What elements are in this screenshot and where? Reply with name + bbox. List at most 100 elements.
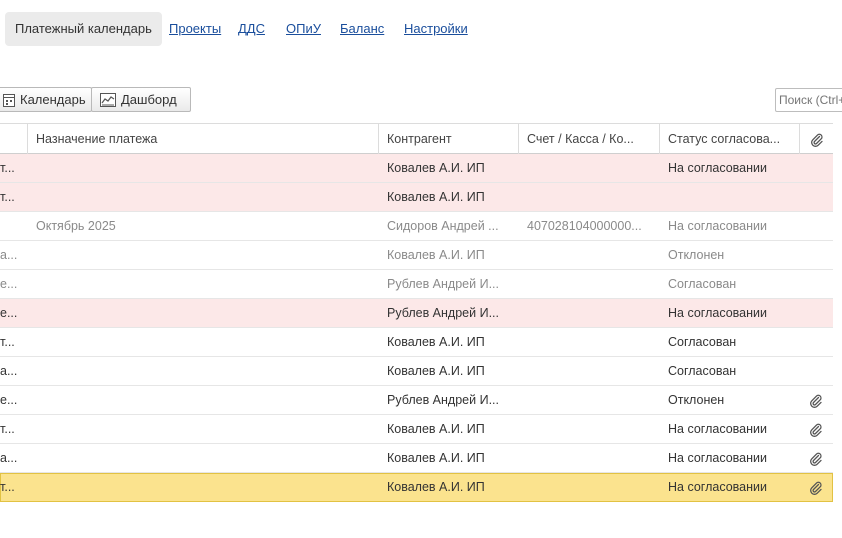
tab-dds[interactable]: ДДС <box>238 12 265 46</box>
status-cell <box>668 183 796 211</box>
attachment-cell <box>806 154 826 182</box>
header-account[interactable]: Счет / Касса / Ко... <box>518 124 660 154</box>
account-cell <box>527 241 654 269</box>
account-cell <box>527 299 654 327</box>
paperclip-icon <box>810 481 822 495</box>
account-cell <box>527 270 654 298</box>
attachment-cell <box>806 299 826 327</box>
payment-purpose-cell <box>36 473 366 501</box>
paperclip-icon <box>810 133 823 147</box>
row-leading-cell: т... <box>0 422 15 436</box>
row-leading-cell: т... <box>0 190 15 204</box>
header-contractor[interactable]: Контрагент <box>378 124 519 154</box>
account-cell: 407028104000000... <box>527 219 642 233</box>
dashboard-button[interactable]: Дашборд <box>91 87 191 112</box>
row-leading-cell: а... <box>0 451 18 465</box>
row-leading-cell: а... <box>0 364 18 378</box>
calendar-button[interactable]: Календарь <box>0 87 92 112</box>
header-purpose[interactable]: Назначение платежа <box>27 124 379 154</box>
attachment-cell[interactable] <box>806 386 826 414</box>
status-cell: На согласовании <box>668 219 767 233</box>
contractor-cell: Ковалев А.И. ИП <box>387 422 485 436</box>
account-cell <box>527 415 654 443</box>
paperclip-icon <box>810 394 822 408</box>
account-cell <box>527 154 654 182</box>
account-cell <box>527 183 654 211</box>
account-cell <box>527 473 654 501</box>
calendar-button-label: Календарь <box>20 92 86 107</box>
table-row[interactable]: а... Ковалев А.И. ИП На согласовании <box>0 444 833 473</box>
status-cell: Отклонен <box>668 393 725 407</box>
payment-purpose-cell <box>36 415 366 443</box>
attachment-cell <box>806 270 826 298</box>
row-leading-cell: а... <box>0 248 18 262</box>
attachment-cell <box>806 183 826 211</box>
account-cell <box>527 328 654 356</box>
header-attachment[interactable] <box>799 124 833 154</box>
status-cell: Согласован <box>668 364 737 378</box>
table-row[interactable]: т... Ковалев А.И. ИП На согласовании <box>0 154 833 183</box>
payment-purpose-cell <box>36 241 366 269</box>
attachment-cell <box>806 241 826 269</box>
attachment-cell[interactable] <box>806 415 826 443</box>
dashboard-button-label: Дашборд <box>121 92 177 107</box>
header-status[interactable]: Статус согласова... <box>659 124 800 154</box>
status-cell: На согласовании <box>668 306 767 320</box>
table-row[interactable]: е... Рублев Андрей И... Согласован <box>0 270 833 299</box>
calendar-icon <box>3 93 15 107</box>
status-cell: На согласовании <box>668 422 767 436</box>
payment-purpose-cell <box>36 154 366 182</box>
table-row[interactable]: т... Ковалев А.И. ИП На согласовании <box>0 415 833 444</box>
paperclip-icon <box>810 452 822 466</box>
tab-projects[interactable]: Проекты <box>169 12 221 46</box>
contractor-cell: Рублев Андрей И... <box>387 277 499 291</box>
tab-settings[interactable]: Настройки <box>404 12 468 46</box>
table-row[interactable]: а... Ковалев А.И. ИП Согласован <box>0 357 833 386</box>
payment-purpose-cell <box>36 299 366 327</box>
contractor-cell: Ковалев А.И. ИП <box>387 161 485 175</box>
payment-purpose-cell <box>36 270 366 298</box>
payment-purpose-cell <box>36 357 366 385</box>
contractor-cell: Ковалев А.И. ИП <box>387 480 485 494</box>
tab-payment-calendar[interactable]: Платежный календарь <box>5 12 162 46</box>
row-leading-cell: т... <box>0 161 15 175</box>
attachment-cell <box>806 357 826 385</box>
payment-purpose-cell <box>36 328 366 356</box>
status-cell: На согласовании <box>668 451 767 465</box>
table-row[interactable]: т... Ковалев А.И. ИП Согласован <box>0 328 833 357</box>
row-leading-cell: т... <box>0 335 15 349</box>
row-leading-cell: е... <box>0 306 18 320</box>
contractor-cell: Ковалев А.И. ИП <box>387 335 485 349</box>
payments-table: Назначение платежа Контрагент Счет / Кас… <box>0 123 833 502</box>
contractor-cell: Ковалев А.И. ИП <box>387 451 485 465</box>
contractor-cell: Сидоров Андрей ... <box>387 219 499 233</box>
search-input[interactable] <box>775 88 842 112</box>
payment-purpose-cell: Октябрь 2025 <box>36 219 116 233</box>
payment-purpose-cell <box>36 183 366 211</box>
contractor-cell: Ковалев А.И. ИП <box>387 190 485 204</box>
table-row[interactable]: е... Рублев Андрей И... Отклонен <box>0 386 833 415</box>
table-row[interactable]: т... Ковалев А.И. ИП На согласовании <box>0 473 833 502</box>
status-cell: Согласован <box>668 335 737 349</box>
payment-purpose-cell <box>36 444 366 472</box>
attachment-cell[interactable] <box>806 444 826 472</box>
status-cell: Согласован <box>668 277 737 291</box>
attachment-cell[interactable] <box>806 473 826 501</box>
attachment-cell <box>806 212 826 240</box>
status-cell: На согласовании <box>668 480 767 494</box>
table-row[interactable]: Октябрь 2025 Сидоров Андрей ... 4070281040… <box>0 212 833 241</box>
table-row[interactable]: е... Рублев Андрей И... На согласовании <box>0 299 833 328</box>
tab-balance[interactable]: Баланс <box>340 12 384 46</box>
table-row[interactable]: т... Ковалев А.И. ИП <box>0 183 833 212</box>
account-cell <box>527 444 654 472</box>
tab-opiu[interactable]: ОПиУ <box>286 12 321 46</box>
status-cell: Отклонен <box>668 248 725 262</box>
table-row[interactable]: а... Ковалев А.И. ИП Отклонен <box>0 241 833 270</box>
contractor-cell: Рублев Андрей И... <box>387 393 499 407</box>
payment-purpose-cell <box>36 386 366 414</box>
account-cell <box>527 386 654 414</box>
row-leading-cell: т... <box>0 480 15 494</box>
contractor-cell: Ковалев А.И. ИП <box>387 364 485 378</box>
account-cell <box>527 357 654 385</box>
table-header: Назначение платежа Контрагент Счет / Кас… <box>0 123 833 154</box>
